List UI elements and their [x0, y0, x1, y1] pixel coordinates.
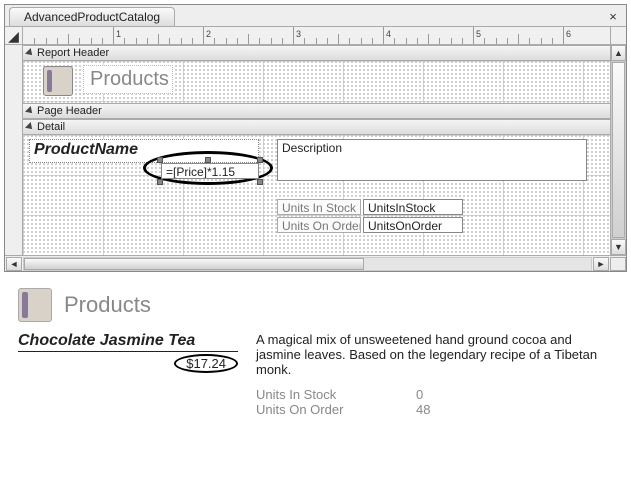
scroll-left-icon[interactable]: ◄: [6, 257, 22, 271]
resize-handle[interactable]: [157, 179, 163, 185]
horizontal-ruler[interactable]: 123456: [23, 27, 610, 44]
vertical-scrollbar[interactable]: ▲ ▼: [610, 45, 626, 255]
units-on-order-label[interactable]: Units On Order: [277, 217, 361, 233]
design-canvas[interactable]: Report Header Products Page Header Detai…: [23, 45, 610, 255]
preview-name-column: Chocolate Jasmine Tea $17.24: [18, 332, 238, 376]
collapse-icon: [25, 48, 35, 58]
vertical-ruler[interactable]: [5, 45, 23, 255]
report-header-body[interactable]: Products: [23, 61, 610, 103]
preview-header: Products: [18, 288, 613, 322]
scrollbar-corner: [610, 257, 626, 271]
page-header-bar[interactable]: Page Header: [23, 103, 610, 119]
page-header-label: Page Header: [37, 105, 102, 117]
preview-description: A magical mix of unsweetened hand ground…: [256, 332, 613, 377]
description-textbox[interactable]: Description: [277, 139, 587, 181]
price-expression-textbox[interactable]: =[Price]*1.15: [161, 163, 259, 179]
preview-price: $17.24: [174, 354, 238, 373]
resize-handle[interactable]: [157, 157, 163, 163]
preview-units-in-stock-value: 0: [416, 387, 423, 402]
designer-window: AdvancedProductCatalog × ◢ 123456 Report…: [4, 4, 627, 272]
units-in-stock-textbox[interactable]: UnitsInStock: [363, 199, 463, 215]
title-bar: AdvancedProductCatalog ×: [5, 5, 626, 27]
notebook-icon: [43, 66, 73, 96]
preview-units-in-stock-label: Units In Stock: [256, 387, 416, 402]
preview-title: Products: [64, 292, 151, 318]
productname-textbox[interactable]: ProductName: [29, 139, 259, 163]
preview-units-on-order-label: Units On Order: [256, 402, 416, 417]
preview-units-on-order-value: 48: [416, 402, 430, 417]
units-on-order-textbox[interactable]: UnitsOnOrder: [363, 217, 463, 233]
detail-bar[interactable]: Detail: [23, 119, 610, 135]
resize-handle[interactable]: [257, 179, 263, 185]
preview-product-row: Chocolate Jasmine Tea $17.24 A magical m…: [18, 332, 613, 377]
preview-stock-section: Units In Stock 0 Units On Order 48: [256, 387, 613, 417]
horizontal-ruler-row: ◢ 123456: [5, 27, 626, 45]
horizontal-scroll-track[interactable]: [23, 257, 592, 271]
report-title-label[interactable]: Products: [83, 65, 173, 94]
document-tab[interactable]: AdvancedProductCatalog: [9, 7, 175, 26]
vertical-scroll-thumb[interactable]: [612, 62, 625, 238]
horizontal-scrollbar[interactable]: ◄ ►: [5, 255, 626, 271]
close-icon[interactable]: ×: [604, 10, 622, 26]
scroll-down-icon[interactable]: ▼: [611, 239, 626, 255]
report-header-label: Report Header: [37, 47, 109, 59]
resize-handle[interactable]: [205, 157, 211, 163]
preview-units-in-stock-row: Units In Stock 0: [256, 387, 613, 402]
units-in-stock-label[interactable]: Units In Stock: [277, 199, 361, 215]
collapse-icon: [25, 106, 35, 116]
notebook-icon: [18, 288, 52, 322]
horizontal-scroll-thumb[interactable]: [24, 258, 364, 270]
detail-label: Detail: [37, 121, 65, 133]
preview-units-on-order-row: Units On Order 48: [256, 402, 613, 417]
preview-product-name: Chocolate Jasmine Tea: [18, 332, 238, 352]
collapse-icon: [25, 122, 35, 132]
report-header-bar[interactable]: Report Header: [23, 45, 610, 61]
preview-price-wrap: $17.24: [18, 354, 238, 376]
design-area: Report Header Products Page Header Detai…: [5, 45, 626, 255]
report-preview: Products Chocolate Jasmine Tea $17.24 A …: [18, 288, 613, 417]
ruler-selector-icon[interactable]: ◢: [5, 27, 23, 45]
vertical-scroll-track[interactable]: [611, 61, 626, 239]
detail-body[interactable]: ProductName =[Price]*1.15 Description Un…: [23, 135, 610, 255]
scroll-up-icon[interactable]: ▲: [611, 45, 626, 61]
scroll-right-icon[interactable]: ►: [593, 257, 609, 271]
resize-handle[interactable]: [257, 157, 263, 163]
